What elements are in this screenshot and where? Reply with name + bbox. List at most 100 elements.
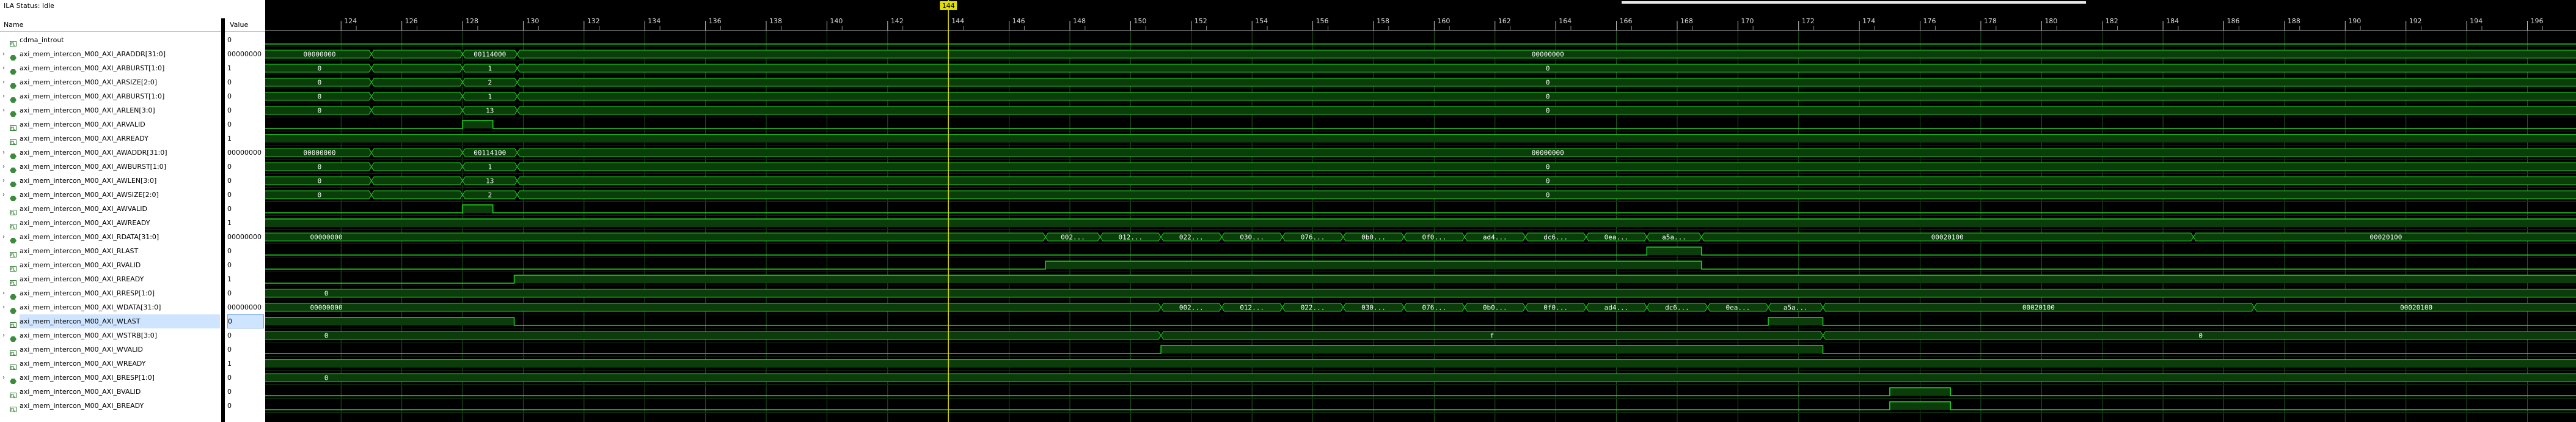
expand-chevron-icon[interactable]: ›: [2, 103, 9, 117]
signal-row[interactable]: axi_mem_intercon_M00_AXI_WREADY 1: [0, 357, 265, 371]
bus-value-label: 012...: [1119, 234, 1143, 242]
bus-value-label: 076...: [1301, 234, 1325, 242]
expand-chevron-icon[interactable]: ›: [2, 188, 9, 202]
signal-row[interactable]: › axi_mem_intercon_M00_AXI_BRESP[1:0] 0: [0, 371, 265, 385]
signal-row[interactable]: axi_mem_intercon_M00_AXI_AWREADY 1: [0, 216, 265, 230]
bus-value-label: a5a...: [1784, 304, 1808, 312]
expand-chevron-icon[interactable]: ›: [2, 75, 9, 89]
signal-row[interactable]: › axi_mem_intercon_M00_AXI_ARSIZE[2:0] 0: [0, 75, 265, 89]
bus-value-label: 022...: [1301, 304, 1325, 312]
bus-signal-icon: [10, 51, 16, 61]
expand-chevron-icon[interactable]: ›: [2, 61, 9, 75]
signal-row[interactable]: axi_mem_intercon_M00_AXI_RVALID 0: [0, 258, 265, 272]
time-ruler: [265, 0, 2576, 31]
bit-high-fill: [1768, 317, 1823, 325]
value-column-header[interactable]: Value: [225, 18, 265, 32]
bus-value-label: 0: [1546, 107, 1550, 115]
bus-value-label: 030...: [1361, 304, 1386, 312]
signal-value: 0: [227, 346, 232, 354]
signal-row[interactable]: axi_mem_intercon_M00_AXI_RLAST 0: [0, 244, 265, 258]
bit-high-fill: [265, 360, 2576, 368]
signal-row[interactable]: axi_mem_intercon_M00_AXI_AWVALID 0: [0, 202, 265, 216]
signal-row[interactable]: › axi_mem_intercon_M00_AXI_ARADDR[31:0] 00…: [0, 47, 265, 61]
ruler-tick-label: 140: [830, 17, 843, 25]
bus-signal-icon: [10, 305, 16, 314]
waveform-area[interactable]: 124 126 128 130 132 134 136 138 140 142 144 146 148 1…: [265, 0, 2576, 422]
ruler-tick-label: 174: [1862, 17, 1875, 25]
signal-name: axi_mem_intercon_M00_AXI_AWLEN[3:0]: [20, 177, 157, 185]
signal-row[interactable]: › axi_mem_intercon_M00_AXI_ARBURST[1:0] 1: [0, 61, 265, 75]
ruler-tick-label: 158: [1377, 17, 1389, 25]
signal-name: axi_mem_intercon_M00_AXI_AWSIZE[2:0]: [20, 191, 159, 199]
bit-waveform: [265, 401, 2576, 410]
expand-chevron-icon[interactable]: ›: [2, 300, 9, 314]
bus-value-label: 0: [318, 177, 322, 185]
bus-segment: [371, 162, 463, 171]
bus-signal-icon: [10, 94, 16, 103]
ruler-tick-label: 164: [1559, 17, 1572, 25]
signal-name: axi_mem_intercon_M00_AXI_AWBURST[1:0]: [20, 163, 166, 171]
signal-name: axi_mem_intercon_M00_AXI_WVALID: [20, 346, 144, 354]
bus-value-label: 0: [324, 290, 329, 298]
signal-row[interactable]: axi_mem_intercon_M00_AXI_BVALID 0: [0, 385, 265, 399]
signal-value: 0: [227, 374, 232, 382]
expand-chevron-icon[interactable]: ›: [2, 230, 9, 244]
expand-chevron-icon[interactable]: ›: [2, 47, 9, 61]
bus-signal-icon: [10, 178, 16, 187]
signal-row[interactable]: axi_mem_intercon_M00_AXI_WVALID 0: [0, 342, 265, 357]
signal-row[interactable]: › axi_mem_intercon_M00_AXI_WDATA[31:0] 000…: [0, 300, 265, 314]
bus-value-label: 2: [488, 191, 492, 199]
bus-segment: [265, 289, 2576, 298]
signal-row[interactable]: › axi_mem_intercon_M00_AXI_ARBURST[1:0] 0: [0, 89, 265, 103]
signal-row[interactable]: › axi_mem_intercon_M00_AXI_RDATA[31:0] 000…: [0, 230, 265, 244]
name-column-header[interactable]: Name: [0, 18, 221, 32]
signal-row[interactable]: axi_mem_intercon_M00_AXI_ARREADY 1: [0, 131, 265, 146]
bus-signal-icon: [10, 192, 16, 201]
bus-value-label: 2: [488, 79, 492, 87]
signal-row[interactable]: axi_mem_intercon_M00_AXI_ARVALID 0: [0, 117, 265, 131]
expand-chevron-icon[interactable]: ›: [2, 174, 9, 188]
bus-value-label: 00000000: [1532, 149, 1564, 157]
waveform-canvas[interactable]: 124 126 128 130 132 134 136 138 140 142 144 146 148 1…: [265, 0, 2576, 422]
bus-segment: [265, 232, 1046, 242]
bus-value-label: 0: [318, 65, 322, 73]
signal-row[interactable]: › axi_mem_intercon_M00_AXI_ARLEN[3:0] 0: [0, 103, 265, 117]
ruler-tick-label: 130: [526, 17, 539, 25]
signal-row[interactable]: › axi_mem_intercon_M00_AXI_AWLEN[3:0] 0: [0, 174, 265, 188]
bit-high-fill: [265, 135, 2576, 143]
expand-chevron-icon[interactable]: ›: [2, 146, 9, 160]
signal-name: axi_mem_intercon_M00_AXI_RRESP[1:0]: [20, 289, 155, 297]
bus-segment: [265, 303, 1162, 312]
bus-value-label: dc6...: [1665, 304, 1689, 312]
expand-chevron-icon[interactable]: ›: [2, 160, 9, 174]
signal-row[interactable]: › axi_mem_intercon_M00_AXI_WSTRB[3:0] 0: [0, 328, 265, 342]
signal-row[interactable]: axi_mem_intercon_M00_AXI_WLAST 0: [0, 314, 265, 328]
signal-row[interactable]: cdma_introut 0: [0, 33, 265, 47]
signal-name: axi_mem_intercon_M00_AXI_AWVALID: [20, 205, 147, 213]
bus-value-label: 0: [318, 163, 322, 171]
signal-row[interactable]: axi_mem_intercon_M00_AXI_BREADY 0: [0, 399, 265, 413]
signal-value: 00000000: [227, 233, 262, 241]
bit-signal-icon: [10, 347, 16, 356]
ruler-tick-label: 166: [1620, 17, 1633, 25]
bit-signal-icon: [10, 262, 16, 272]
ruler-tick-label: 138: [769, 17, 782, 25]
signal-value: 0: [227, 92, 232, 100]
bit-signal-icon: [10, 319, 16, 328]
signal-value: 0: [227, 402, 232, 410]
expand-chevron-icon[interactable]: ›: [2, 328, 9, 342]
signal-row[interactable]: › axi_mem_intercon_M00_AXI_RRESP[1:0] 0: [0, 286, 265, 300]
cursor-label: 144: [942, 2, 955, 10]
signal-row[interactable]: › axi_mem_intercon_M00_AXI_AWBURST[1:0] 0: [0, 160, 265, 174]
signal-name: axi_mem_intercon_M00_AXI_WLAST: [20, 314, 220, 328]
bus-signal-icon: [10, 65, 16, 75]
expand-chevron-icon[interactable]: ›: [2, 371, 9, 385]
expand-chevron-icon[interactable]: ›: [2, 89, 9, 103]
signal-value: 0: [227, 331, 232, 339]
signal-row[interactable]: › axi_mem_intercon_M00_AXI_AWADDR[31:0] 00…: [0, 146, 265, 160]
signal-row[interactable]: axi_mem_intercon_M00_AXI_RREADY 1: [0, 272, 265, 286]
bus-segment: [371, 176, 463, 185]
expand-chevron-icon[interactable]: ›: [2, 286, 9, 300]
bus-value-label: 0: [2198, 332, 2203, 340]
signal-row[interactable]: › axi_mem_intercon_M00_AXI_AWSIZE[2:0] 0: [0, 188, 265, 202]
